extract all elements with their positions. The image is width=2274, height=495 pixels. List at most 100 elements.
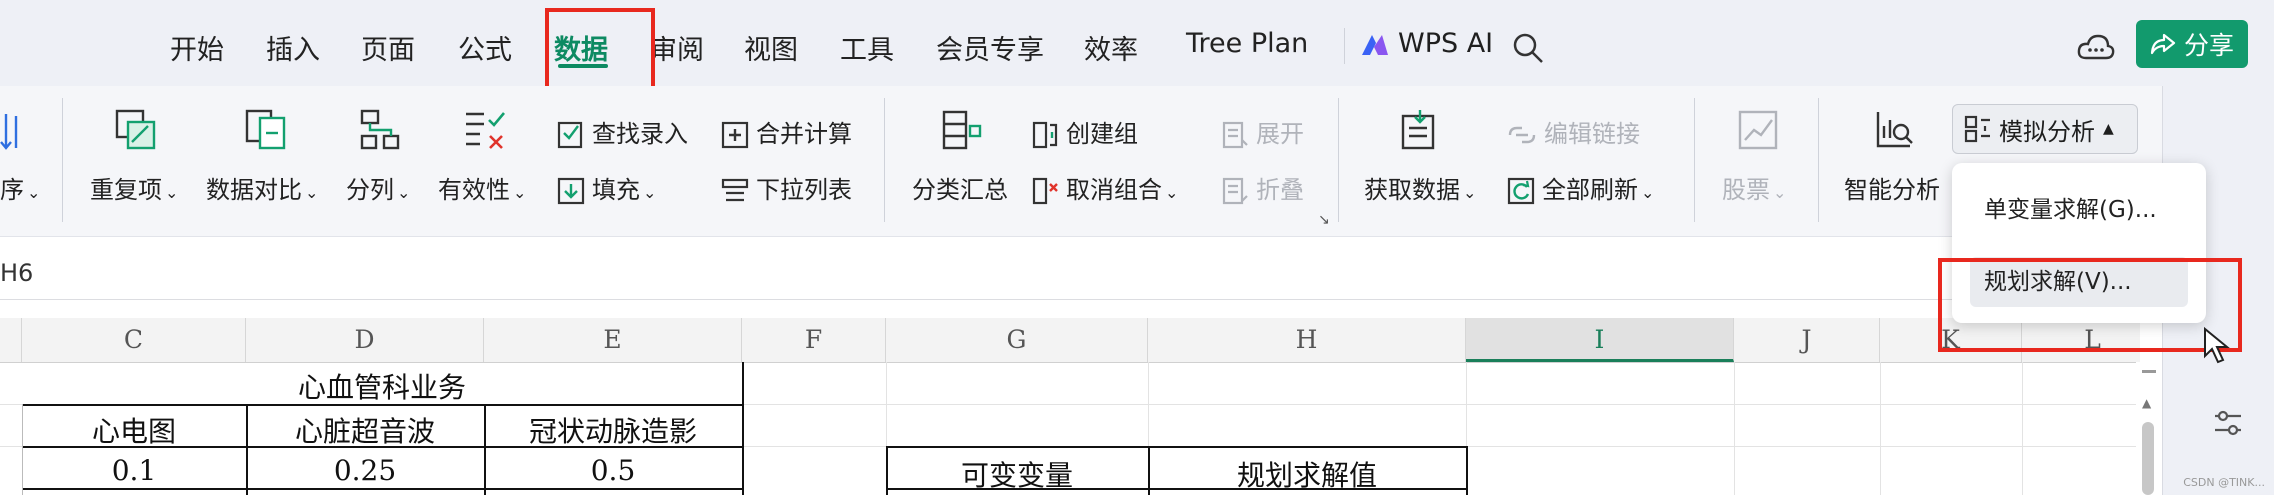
simulation-analysis-menu: 单变量求解(G)... 规划求解(V)... <box>1952 163 2206 323</box>
edit-links-button[interactable]: 编辑链接 <box>1506 114 1640 150</box>
header-cell-angiography[interactable]: 冠状动脉造影 <box>484 410 742 450</box>
stocks-icon <box>1738 110 1778 150</box>
fill-button[interactable]: 填充 ⌄ <box>556 170 656 206</box>
share-label: 分享 <box>2183 31 2234 60</box>
chevron-up-icon: ▲ <box>2103 121 2114 137</box>
smart-analysis-button[interactable]: 智能分析 <box>1844 170 1940 205</box>
expand-button[interactable]: 展开 <box>1220 114 1304 150</box>
get-data-button[interactable]: 获取数据 ⌄ <box>1364 170 1476 205</box>
collapse-icon <box>1222 177 1248 205</box>
wps-ai-label: WPS AI <box>1398 28 1494 59</box>
column-header-g[interactable]: G <box>886 318 1148 362</box>
validity-button[interactable]: 有效性 ⌄ <box>438 170 526 205</box>
worksheet-grid[interactable]: 心血管科业务 心电图 心脏超音波 冠状动脉造影 0.1 0.25 0.5 可变变… <box>0 362 2140 495</box>
table-border <box>1466 446 1468 495</box>
divider <box>884 98 885 222</box>
search-icon[interactable] <box>1510 30 1546 66</box>
tab-bar: 开始 插入 页面 公式 数据 审阅 视图 工具 会员专享 效率 Tree Pla… <box>0 0 2274 94</box>
split-column-button[interactable]: 分列 ⌄ <box>346 170 410 205</box>
gridline <box>1734 362 1735 495</box>
consolidate-button[interactable]: 合并计算 <box>720 114 852 150</box>
tab-tools[interactable]: 工具 <box>840 28 894 67</box>
merged-title-cell[interactable]: 心血管科业务 <box>22 366 742 404</box>
tab-efficiency[interactable]: 效率 <box>1084 28 1138 67</box>
stocks-button[interactable]: 股票 ⌄ <box>1722 170 1786 205</box>
simulation-analysis-icon <box>1964 115 1990 143</box>
column-header-h[interactable]: H <box>1148 318 1466 362</box>
menu-item-goal-seek[interactable]: 单变量求解(G)... <box>1970 185 2188 235</box>
validity-icon <box>466 112 505 149</box>
column-header-f[interactable]: F <box>742 318 886 362</box>
watermark: CSDN @TINK... <box>2183 476 2265 489</box>
dropdown-list-button[interactable]: 下拉列表 <box>720 170 852 206</box>
share-button[interactable]: 分享 <box>2136 20 2248 68</box>
gridline <box>1880 362 1881 495</box>
wps-ai-icon <box>1362 34 1388 55</box>
compare-icon <box>245 109 286 150</box>
consolidate-icon <box>721 121 749 149</box>
tab-formula[interactable]: 公式 <box>458 28 512 67</box>
create-group-button[interactable]: 创建组 <box>1030 114 1138 150</box>
get-data-icon <box>1401 110 1435 150</box>
sort-button[interactable]: 序 ⌄ <box>0 170 40 205</box>
column-header-k[interactable]: K <box>1880 318 2022 362</box>
divider <box>1818 98 1819 222</box>
dialog-launcher-icon[interactable]: ↘ <box>1318 212 1330 228</box>
scrollbar-thumb[interactable] <box>2142 422 2154 495</box>
dropdown-list-icon <box>721 178 749 202</box>
header-cell-variable[interactable]: 可变变量 <box>886 454 1148 494</box>
subtotal-icon <box>942 110 982 150</box>
chevron-up-icon[interactable]: ▲ <box>2142 396 2151 410</box>
data-compare-button[interactable]: 数据对比 ⌄ <box>206 170 318 205</box>
column-header-j[interactable]: J <box>1734 318 1880 362</box>
refresh-all-button[interactable]: 全部刷新 ⌄ <box>1506 170 1654 206</box>
sort-icon <box>0 114 18 150</box>
value-cell-echo[interactable]: 0.25 <box>246 454 484 487</box>
duplicates-button[interactable]: 重复项 ⌄ <box>90 170 178 205</box>
mouse-cursor-icon <box>2204 326 2230 364</box>
table-border <box>22 488 742 490</box>
wps-ai-button[interactable]: WPS AI <box>1360 28 1493 59</box>
table-border <box>742 362 744 495</box>
tab-data[interactable]: 数据 <box>554 28 608 67</box>
smart-analysis-icon <box>1876 112 1913 148</box>
tab-member[interactable]: 会员专享 <box>936 28 1044 67</box>
tab-page[interactable]: 页面 <box>361 28 415 67</box>
tab-view[interactable]: 视图 <box>744 28 798 67</box>
header-cell-solver-value[interactable]: 规划求解值 <box>1148 454 1466 494</box>
scroll-up-icon[interactable] <box>2142 370 2156 373</box>
settings-sliders-icon[interactable] <box>2211 406 2245 440</box>
vertical-scrollbar[interactable]: ▲ <box>2136 362 2162 495</box>
find-entry-button[interactable]: 查找录入 <box>556 114 688 150</box>
ribbon-toolbar: 序 ⌄ 重复项 ⌄ 数据对比 ⌄ 分列 ⌄ 有效性 ⌄ 查找录入 填充 ⌄ 合并计算 下拉 <box>0 86 2274 237</box>
duplicates-icon <box>115 109 156 150</box>
header-cell-ecg[interactable]: 心电图 <box>22 410 246 450</box>
ungroup-icon <box>1032 177 1058 205</box>
column-header-i[interactable]: I <box>1466 318 1734 362</box>
subtotal-button[interactable]: 分类汇总 <box>912 170 1008 205</box>
cloud-icon[interactable] <box>2076 30 2116 66</box>
column-header-partial[interactable] <box>0 318 22 362</box>
tab-home[interactable]: 开始 <box>170 28 224 67</box>
name-box[interactable]: H6 <box>0 259 33 287</box>
menu-item-solver[interactable]: 规划求解(V)... <box>1970 257 2188 307</box>
tab-review[interactable]: 审阅 <box>650 28 704 67</box>
tab-tree-plan[interactable]: Tree Plan <box>1186 28 1308 59</box>
table-border <box>886 446 1468 448</box>
column-header-c[interactable]: C <box>22 318 246 362</box>
value-cell-ecg[interactable]: 0.1 <box>22 454 246 487</box>
column-header-row: C D E F G H I J K L <box>0 318 2164 363</box>
share-icon <box>2150 33 2176 55</box>
value-cell-angiography[interactable]: 0.5 <box>484 454 742 487</box>
find-entry-icon <box>557 121 583 149</box>
ungroup-button[interactable]: 取消组合 ⌄ <box>1030 170 1178 206</box>
simulation-analysis-button[interactable]: 模拟分析 ▲ <box>1952 104 2138 154</box>
collapse-button[interactable]: 折叠 <box>1220 170 1304 206</box>
split-columns-icon <box>360 109 400 150</box>
header-cell-echo[interactable]: 心脏超音波 <box>246 410 484 450</box>
column-header-e[interactable]: E <box>484 318 742 362</box>
gridline <box>2022 362 2023 495</box>
column-header-d[interactable]: D <box>246 318 484 362</box>
column-header-l[interactable]: L <box>2022 318 2164 362</box>
tab-insert[interactable]: 插入 <box>266 28 320 67</box>
